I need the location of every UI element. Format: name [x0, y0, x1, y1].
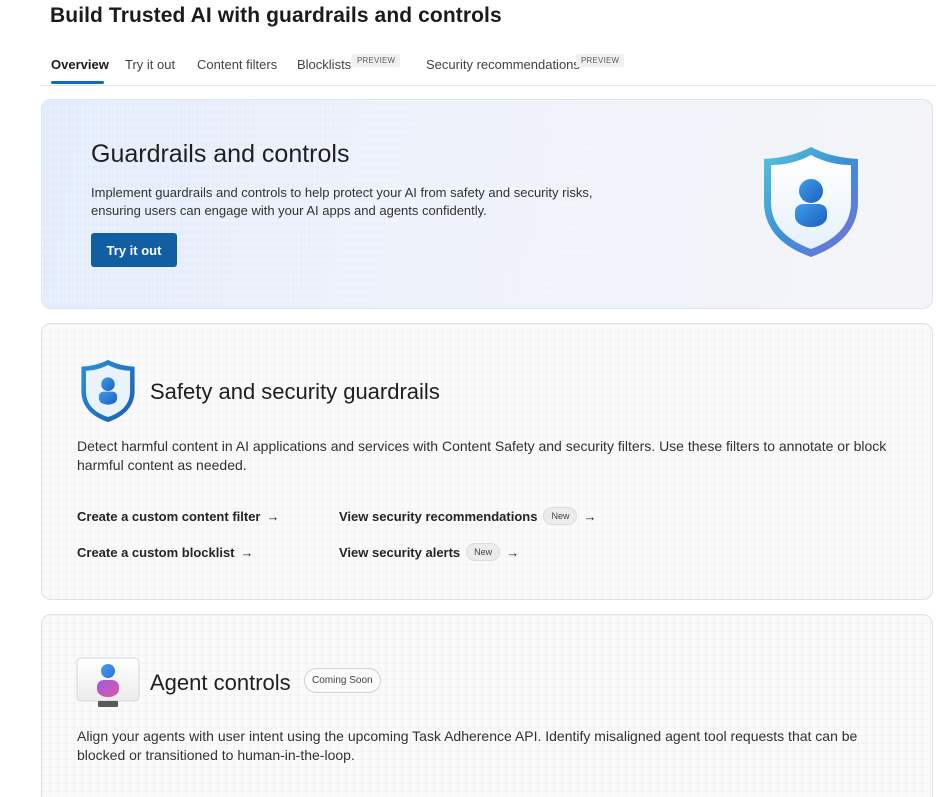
tab-blocklists[interactable]: Blocklists: [297, 57, 351, 72]
coming-soon-badge: Coming Soon: [304, 668, 381, 693]
tab-security-recommendations[interactable]: Security recommendations: [426, 57, 580, 72]
create-custom-blocklist-link[interactable]: Create a custom blocklist →: [77, 545, 254, 560]
new-badge: New: [466, 543, 501, 561]
shield-person-icon: [758, 144, 864, 265]
section-description: Detect harmful content in AI application…: [77, 438, 887, 473]
arrow-right-icon: →: [583, 508, 597, 524]
active-tab-indicator: [51, 81, 104, 84]
section-description: Align your agents with user intent using…: [77, 728, 858, 763]
arrow-right-icon: →: [506, 544, 520, 560]
try-it-out-button[interactable]: Try it out: [91, 233, 177, 267]
hero-banner: Guardrails and controls Implement guardr…: [41, 99, 933, 309]
hero-title: Guardrails and controls: [91, 140, 350, 168]
view-security-recommendations-link[interactable]: View security recommendations New →: [339, 507, 596, 525]
tab-content-filters[interactable]: Content filters: [197, 57, 277, 72]
tab-overview[interactable]: Overview: [51, 57, 109, 72]
tab-try-it-out[interactable]: Try it out: [125, 57, 175, 72]
page-title: Build Trusted AI with guardrails and con…: [50, 4, 502, 27]
view-security-alerts-link[interactable]: View security alerts New →: [339, 543, 519, 561]
hero-description: Implement guardrails and controls to hel…: [91, 185, 593, 218]
create-custom-content-filter-link[interactable]: Create a custom content filter →: [77, 509, 280, 524]
tab-bar: Overview Try it out Content filters Bloc…: [40, 48, 936, 86]
safety-security-card: Safety and security guardrails Detect ha…: [41, 323, 933, 600]
agent-controls-card: Agent controls Coming Soon Align your ag…: [41, 614, 933, 797]
shield-person-icon: [78, 358, 138, 429]
section-title: Agent controls: [150, 670, 291, 695]
blocklists-preview-badge: PREVIEW: [352, 54, 401, 67]
security-recommendations-preview-badge: PREVIEW: [576, 54, 625, 67]
arrow-right-icon: →: [240, 545, 254, 560]
arrow-right-icon: →: [266, 509, 280, 524]
new-badge: New: [543, 507, 578, 525]
agent-person-icon: [76, 657, 140, 716]
section-title: Safety and security guardrails: [150, 379, 440, 404]
